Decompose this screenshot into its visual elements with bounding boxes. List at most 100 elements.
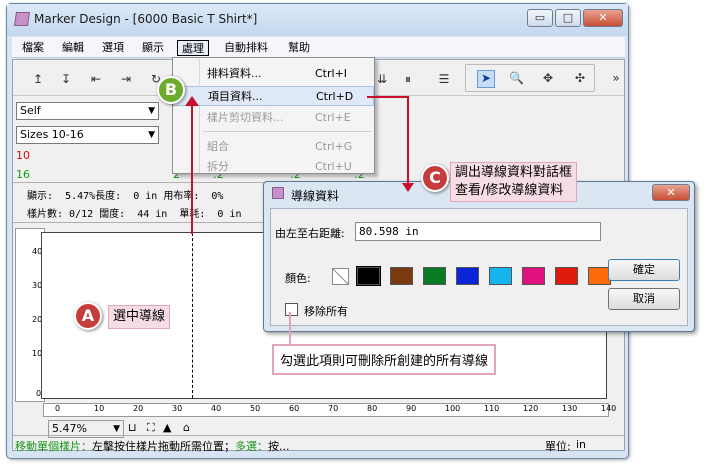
color-swatch[interactable] [522, 267, 545, 285]
callout-c-line: 查看/修改導線資料 [455, 183, 564, 198]
menu-help[interactable]: 幫助 [284, 40, 314, 56]
dialog-close-button[interactable]: ✕ [652, 184, 690, 201]
ruler-x-label: 140 [601, 404, 617, 413]
zoom-value: 5.47% [52, 422, 87, 435]
connector-c-v [407, 96, 409, 184]
restore-button[interactable]: □ [555, 9, 581, 27]
ruler-x-label: 110 [484, 404, 500, 413]
menu-options[interactable]: 選項 [98, 40, 128, 56]
callout-a: 選中導線 [108, 305, 171, 329]
callout-c-line: 調出導線資料對話框 [455, 165, 573, 180]
remove-all-checkbox[interactable] [285, 303, 298, 316]
align-left-icon[interactable]: ⇤ [89, 72, 103, 86]
color-swatch[interactable] [456, 267, 479, 285]
cancel-button[interactable]: 取消 [608, 288, 680, 310]
no-color-swatch[interactable] [332, 268, 349, 285]
house-icon[interactable]: ⌂ [183, 421, 190, 434]
size-count-red: 10 [16, 149, 30, 162]
ok-button[interactable]: 確定 [608, 259, 680, 281]
sizes-value: Sizes 10-16 [20, 128, 84, 141]
status-row-2: 樣片數: 0/12 闊度: 44 in 單耗: 0 in [27, 209, 242, 220]
badge-c: C [421, 164, 449, 192]
ruler-x-label: 40 [211, 404, 222, 413]
minimize-button[interactable]: ▭ [527, 9, 553, 27]
menu-item-ungroup[interactable]: 拆分 Ctrl+U [173, 157, 374, 173]
menu-item-item-info[interactable]: 項目資料... Ctrl+D [173, 86, 374, 106]
menu-item-group[interactable]: 組合 Ctrl+G [173, 137, 374, 157]
callout-c: 調出導線資料對話框 查看/修改導線資料 [450, 162, 578, 202]
menu-item-label: 拆分 [207, 160, 229, 173]
guide-line[interactable] [192, 233, 193, 398]
lines-icon[interactable]: ☰ [437, 72, 451, 86]
ruler-x-label: 0 [55, 404, 61, 413]
menu-auto-nest[interactable]: 自動排料 [220, 40, 272, 56]
spread-icon[interactable]: ✣ [573, 71, 587, 85]
menu-process[interactable]: 處理 [177, 40, 209, 56]
ruler-x-labels: 0 10 20 30 40 50 60 70 80 90 100 110 120 130 140 [43, 403, 616, 417]
size-count-green: 16 [16, 168, 30, 181]
callout-note: 勾選此項則可刪除所創建的所有導線 [272, 344, 497, 375]
menu-edit[interactable]: 編輯 [58, 40, 88, 56]
status-row-1: 顯示: 5.47%長度: 0 in 用布率: 0% [27, 191, 224, 202]
menu-item-accel: Ctrl+U [315, 160, 352, 173]
color-swatch[interactable] [356, 266, 381, 286]
ruler-x-label: 90 [406, 404, 417, 413]
dialog-title: 導線資料 [291, 189, 340, 203]
menu-item-accel: Ctrl+G [315, 140, 353, 153]
ruler-x-label: 80 [367, 404, 378, 413]
move-icon[interactable]: ✥ [541, 71, 555, 85]
pointer-icon[interactable]: ➤ [477, 70, 495, 88]
divider [13, 435, 624, 436]
sizes-combo[interactable]: Sizes 10-16 ▼ [16, 126, 159, 144]
distance-input[interactable]: 80.598 in [355, 222, 601, 241]
menu-separator [203, 131, 371, 132]
menu-item-label: 組合 [207, 140, 229, 153]
ruler-x-label: 70 [328, 404, 339, 413]
toolbar-more-icon[interactable]: » [609, 71, 623, 85]
mountain-icon[interactable]: ▲ [163, 421, 171, 434]
distance-label: 由左至右距離: [275, 227, 345, 240]
guide-line-dialog: 導線資料 ✕ 由左至右距離: 80.598 in 顏色: 移除所有 確定 取消 [263, 181, 695, 332]
ruler-x-label: 100 [445, 404, 461, 413]
menu-file[interactable]: 檔案 [18, 40, 48, 56]
status-hint: 左擊按住樣片拖動所需位置； [92, 440, 235, 453]
ruler-x-label: 30 [172, 404, 183, 413]
align-up-icon[interactable]: ↥ [31, 72, 45, 86]
unit-value: in [576, 438, 587, 451]
split-icon[interactable]: ⏸ [401, 72, 415, 86]
color-swatch[interactable] [423, 267, 446, 285]
unit-label: 單位: [545, 440, 571, 453]
style-combo[interactable]: Self ▼ [16, 102, 159, 120]
color-swatch[interactable] [555, 267, 578, 285]
close-button[interactable]: ✕ [583, 9, 623, 27]
ruler-x-label: 120 [523, 404, 539, 413]
menu-item-marker-info[interactable]: 排料資料... Ctrl+I [173, 64, 374, 84]
menu-view[interactable]: 顯示 [138, 40, 168, 56]
flip-icon[interactable]: ⇊ [375, 72, 389, 86]
color-label: 顏色: [285, 272, 311, 285]
app-icon [14, 12, 30, 26]
connector-note [289, 312, 291, 344]
app-icon [272, 187, 284, 199]
menu-item-label: 樣片剪切資料... [207, 111, 284, 124]
fit-width-icon[interactable]: ⊔ [128, 421, 137, 434]
zoom-icon[interactable]: 🔍 [509, 71, 524, 85]
ruler-x-label: 50 [250, 404, 261, 413]
align-right-icon[interactable]: ⇥ [119, 72, 133, 86]
menu-item-accel: Ctrl+I [315, 67, 348, 80]
ruler-x-label: 130 [562, 404, 578, 413]
menu-item-accel: Ctrl+D [316, 90, 354, 103]
menu-item-cut-info[interactable]: 樣片剪切資料... Ctrl+E [173, 108, 374, 128]
align-down-icon[interactable]: ↧ [59, 72, 73, 86]
color-swatch[interactable] [390, 267, 413, 285]
status-bar-text: 移動單個樣片：左擊按住樣片拖動所需位置；多選：按... [15, 438, 290, 454]
menu-bar: 檔案 編輯 選項 顯示 處理 自動排料 幫助 [12, 37, 625, 58]
connector-c-h [367, 96, 409, 98]
menu-item-label: 排料資料... [207, 67, 262, 80]
remove-all-label: 移除所有 [304, 305, 348, 318]
status-hint: 移動單個樣片： [15, 440, 92, 453]
color-swatch[interactable] [489, 267, 512, 285]
window-title: Marker Design - [6000 Basic T Shirt*] [34, 12, 258, 26]
ruler-x-label: 10 [94, 404, 105, 413]
fit-all-icon[interactable]: ⛶ [147, 421, 155, 435]
